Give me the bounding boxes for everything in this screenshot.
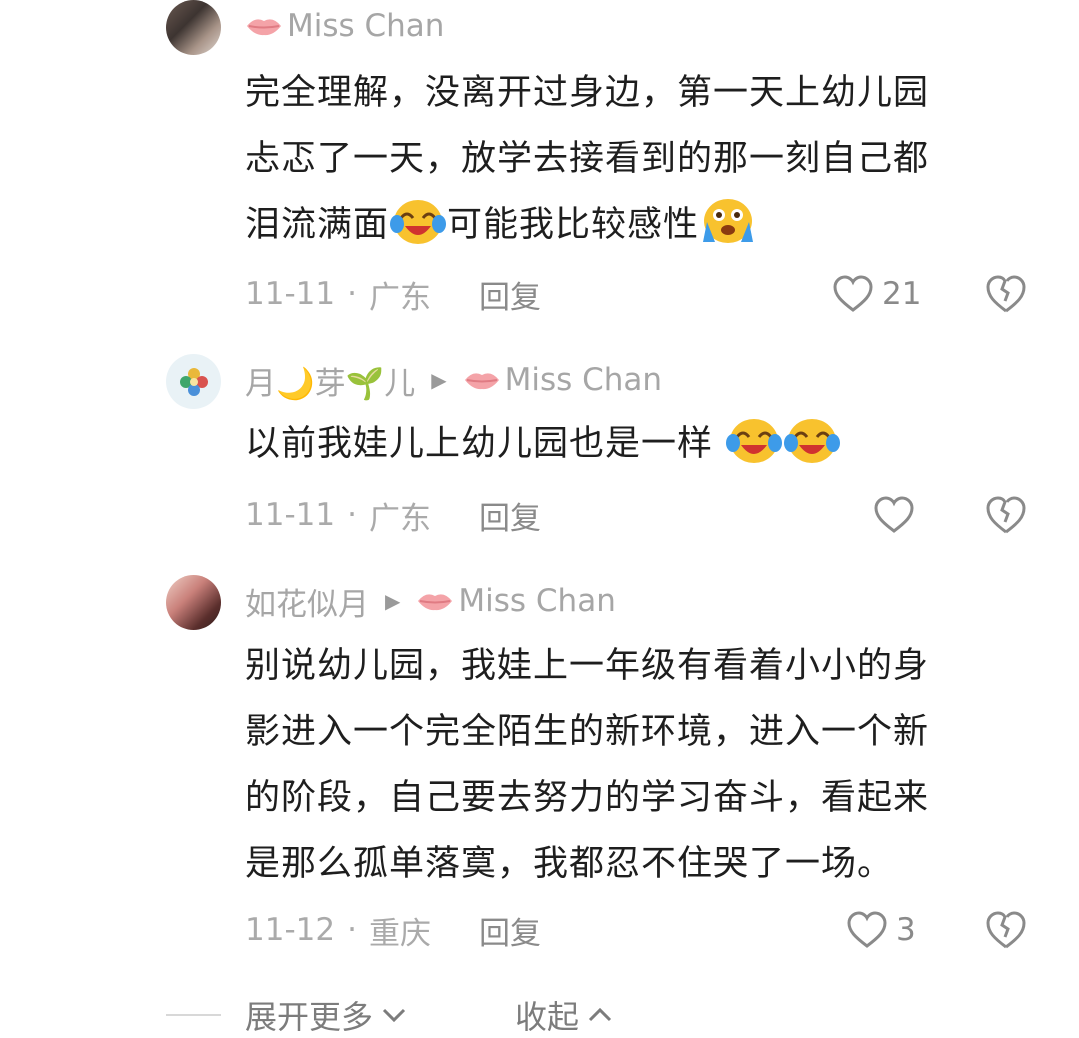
comment-text: 以前我娃儿上幼儿园也是一样 <box>245 424 714 464</box>
avatar[interactable] <box>166 575 221 630</box>
comment-footer: 11-11 · 广东 回复 <box>245 272 541 317</box>
separator: · <box>347 912 357 948</box>
reply-arrow-icon: ▶ <box>431 368 447 392</box>
chevron-up-icon <box>588 1007 612 1022</box>
reply-to-name[interactable]: Miss Chan <box>458 583 615 619</box>
comment-location: 广东 <box>368 279 431 316</box>
separator: · <box>347 276 357 312</box>
tears-of-joy-icon <box>390 200 447 244</box>
comment-footer: 11-11 · 广东 回复 <box>245 493 541 538</box>
tears-of-joy-icon <box>784 419 841 463</box>
reply-button[interactable]: 回复 <box>479 908 541 953</box>
comment-line: 别说幼儿园，我娃上一年级有看着小小的身 <box>245 646 930 686</box>
avatar[interactable] <box>166 0 221 55</box>
comment-header: 月🌙芽🌱儿 ▶ Miss Chan <box>245 358 662 403</box>
loudly-crying-icon <box>703 199 754 243</box>
reply-button[interactable]: 回复 <box>479 272 541 317</box>
collapse-label: 收起 <box>515 998 580 1036</box>
like-button[interactable]: 21 <box>832 272 921 316</box>
collapse-button[interactable]: 收起 <box>515 992 613 1038</box>
lips-icon <box>464 373 499 390</box>
comment-date: 11-12 <box>245 912 336 948</box>
broken-heart-icon[interactable] <box>985 909 1027 951</box>
like-button[interactable] <box>873 493 923 537</box>
comment-footer: 11-12 · 重庆 回复 <box>245 908 541 953</box>
comment-body: 以前我娃儿上幼儿园也是一样 <box>245 411 1035 477</box>
thread-controls: 展开更多 收起 <box>0 990 1079 1038</box>
comment-header: Miss Chan <box>245 6 444 46</box>
like-button[interactable]: 3 <box>846 908 916 952</box>
chevron-down-icon <box>382 1008 406 1023</box>
comment-line: 忐忑了一天，放学去接看到的那一刻自己都 <box>245 139 930 179</box>
comment-line: 影进入一个完全陌生的新环境，进入一个新 <box>245 712 930 752</box>
expand-more-button[interactable]: 展开更多 <box>245 992 407 1038</box>
comment-line: 是那么孤单落寞，我都忍不住哭了一场。 <box>245 844 894 884</box>
flower-avatar-icon <box>179 367 208 396</box>
comment-text: 泪流满面 <box>245 205 390 245</box>
like-count: 21 <box>882 276 922 312</box>
lips-icon <box>418 594 453 611</box>
comment-text: 可能我比较感性 <box>447 205 700 245</box>
lips-icon <box>247 19 281 36</box>
author-name[interactable]: Miss Chan <box>287 8 444 44</box>
divider <box>166 1014 221 1016</box>
comment-line: 完全理解，没离开过身边，第一天上幼儿园 <box>245 73 930 113</box>
comment-header: 如花似月 ▶ Miss Chan <box>245 579 616 624</box>
author-name[interactable]: 月🌙芽🌱儿 <box>245 358 415 403</box>
comment-location: 广东 <box>368 500 431 537</box>
avatar[interactable] <box>166 354 221 409</box>
expand-label: 展开更多 <box>245 998 374 1036</box>
broken-heart-icon[interactable] <box>985 273 1027 315</box>
reply-arrow-icon: ▶ <box>385 589 401 613</box>
comment-body: 完全理解，没离开过身边，第一天上幼儿园 忐忑了一天，放学去接看到的那一刻自己都 … <box>245 60 1035 258</box>
broken-heart-icon[interactable] <box>985 494 1027 536</box>
heart-icon <box>847 911 887 948</box>
separator: · <box>347 497 357 533</box>
author-name[interactable]: 如花似月 <box>245 579 369 624</box>
reply-button[interactable]: 回复 <box>479 493 541 538</box>
comment-line: 的阶段，自己要去努力的学习奋斗，看起来 <box>245 778 930 818</box>
tears-of-joy-icon <box>726 419 783 463</box>
comment-date: 11-11 <box>245 276 336 312</box>
heart-icon <box>833 275 873 312</box>
reply-to-name[interactable]: Miss Chan <box>505 362 662 398</box>
comment-location: 重庆 <box>368 915 431 952</box>
like-count: 3 <box>896 912 916 948</box>
comment-date: 11-11 <box>245 497 336 533</box>
comment-line: 泪流满面 可能我比较感性 <box>245 192 1035 258</box>
comment-body: 别说幼儿园，我娃上一年级有看着小小的身 影进入一个完全陌生的新环境，进入一个新 … <box>245 633 1035 897</box>
heart-icon <box>874 496 914 533</box>
